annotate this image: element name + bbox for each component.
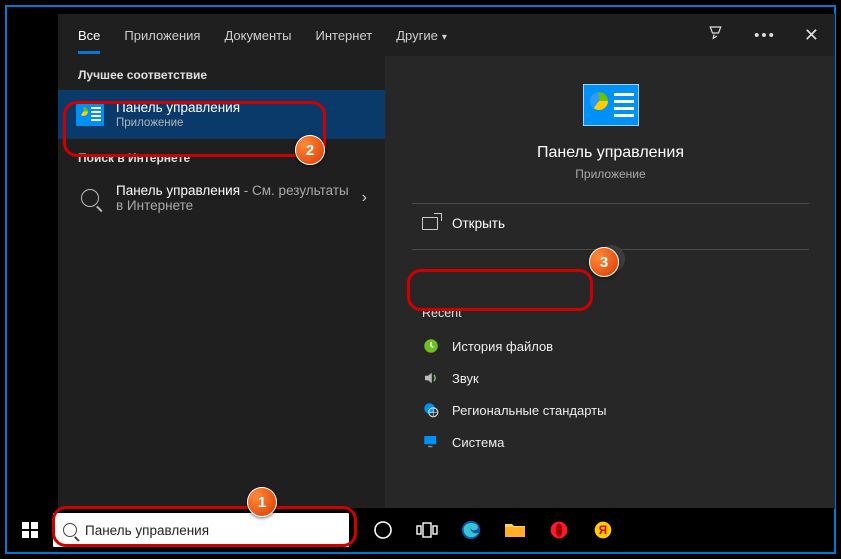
more-options-icon[interactable]: ••• [754, 27, 776, 44]
taskbar-search-box[interactable]: Панель управления [53, 513, 349, 547]
search-query: Панель управления [85, 523, 209, 538]
opera-icon[interactable] [537, 508, 581, 552]
sound-icon [422, 369, 440, 387]
windows-logo-icon [22, 522, 38, 538]
chevron-down-icon: ▾ [442, 32, 447, 43]
control-panel-large-icon [583, 84, 639, 126]
control-panel-icon [76, 104, 104, 126]
search-panel: Все Приложения Документы Интернет Другие… [58, 14, 835, 509]
search-icon [81, 189, 99, 207]
detail-title: Панель управления [386, 144, 835, 162]
open-action[interactable]: Открыть [386, 204, 835, 243]
history-icon [422, 337, 440, 355]
recent-item-sound[interactable]: Звук [412, 362, 809, 394]
edge-icon[interactable] [449, 508, 493, 552]
recent-item-file-history[interactable]: История файлов [412, 330, 809, 362]
start-button[interactable] [7, 508, 53, 552]
task-view-button[interactable] [405, 508, 449, 552]
result-subtitle: Приложение [116, 117, 367, 129]
globe-icon [422, 401, 440, 419]
recent-item-system[interactable]: Система [412, 426, 809, 458]
system-icon [422, 433, 440, 451]
svg-text:Я: Я [599, 524, 607, 537]
yandex-icon[interactable]: Я [581, 508, 625, 552]
web-result-query: Панель управления [116, 183, 240, 198]
result-control-panel[interactable]: Панель управления Приложение [58, 90, 385, 139]
close-icon[interactable]: ✕ [804, 25, 819, 46]
best-match-label: Лучшее соответствие [58, 56, 385, 90]
file-explorer-icon[interactable] [493, 508, 537, 552]
result-title: Панель управления [116, 100, 367, 115]
feedback-icon[interactable] [708, 24, 726, 46]
expand-button[interactable] [597, 245, 625, 273]
result-web-search[interactable]: Панель управления - См. результаты в Инт… [58, 173, 385, 223]
taskbar: Панель управления Я [7, 508, 834, 552]
chevron-right-icon: › [362, 189, 367, 207]
results-column: Лучшее соответствие Панель управления Пр… [58, 56, 386, 509]
detail-column: Панель управления Приложение Открыть Rec… [386, 56, 835, 509]
search-icon [63, 523, 77, 537]
recent-section-label: Recent [386, 288, 835, 330]
search-web-label: Поиск в Интернете [58, 139, 385, 173]
tab-apps[interactable]: Приложения [124, 17, 200, 54]
open-icon [422, 217, 438, 230]
open-label: Открыть [452, 216, 505, 231]
recent-list: История файлов Звук Региональные стандар… [386, 330, 835, 458]
recent-item-region[interactable]: Региональные стандарты [412, 394, 809, 426]
tab-more[interactable]: Другие▾ [396, 17, 447, 54]
cortana-button[interactable] [361, 508, 405, 552]
tab-all[interactable]: Все [78, 17, 100, 54]
tab-documents[interactable]: Документы [224, 17, 291, 54]
detail-subtitle: Приложение [386, 167, 835, 181]
search-tabs: Все Приложения Документы Интернет Другие… [58, 14, 835, 56]
tab-web[interactable]: Интернет [315, 17, 372, 54]
